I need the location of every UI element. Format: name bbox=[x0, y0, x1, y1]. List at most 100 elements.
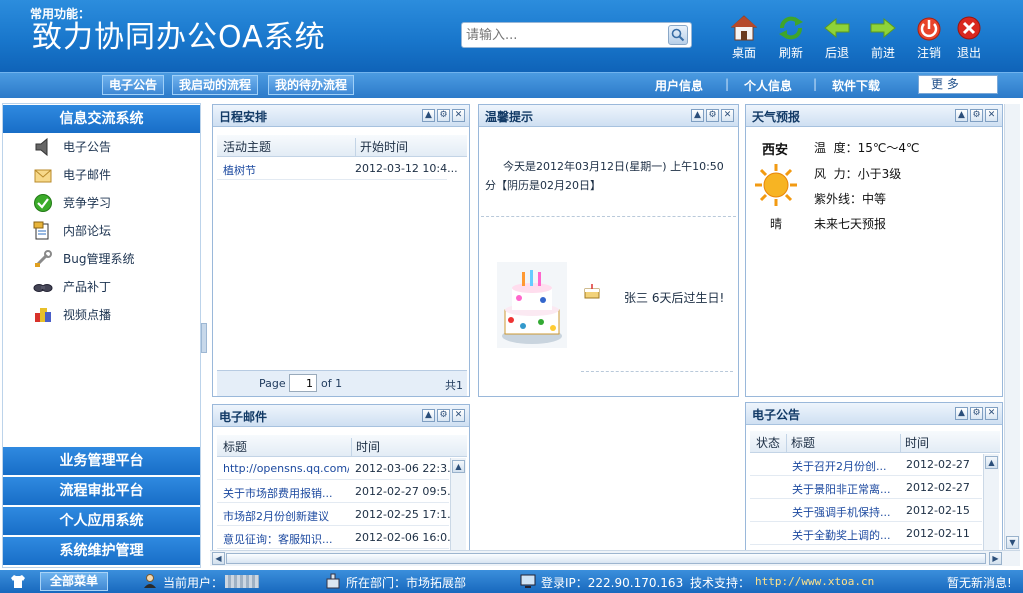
new-messages-status[interactable]: 暂无新消息! bbox=[947, 574, 1012, 591]
schedule-subject[interactable]: 植树节 bbox=[223, 162, 256, 178]
power-icon bbox=[917, 17, 941, 41]
close-icon bbox=[957, 16, 981, 40]
email-subject[interactable]: 意见征询：客服知识... bbox=[223, 531, 349, 547]
sidebar-group-info-exchange[interactable]: 信息交流系统 bbox=[3, 105, 200, 133]
notice-subject[interactable]: 关于全勤奖上调的... bbox=[792, 527, 898, 543]
column-header[interactable]: 状态 bbox=[756, 434, 780, 451]
table-row[interactable]: 关于景阳非正常离... 2012-02-27 bbox=[750, 477, 982, 499]
total-count: 共1 bbox=[445, 379, 463, 392]
close-icon[interactable]: ✕ bbox=[721, 109, 734, 122]
user-info-link[interactable]: 用户信息 bbox=[655, 77, 703, 94]
sidebar-group-system-maintenance[interactable]: 系统维护管理 bbox=[3, 537, 200, 565]
scroll-thumb[interactable] bbox=[226, 553, 986, 564]
sidebar-group-approval[interactable]: 流程审批平台 bbox=[3, 477, 200, 505]
sidebar-group-business[interactable]: 业务管理平台 bbox=[3, 447, 200, 475]
logout-button[interactable]: 注销 bbox=[907, 14, 951, 64]
quick-my-started-flows-button[interactable]: 我启动的流程 bbox=[172, 75, 259, 95]
table-row[interactable]: 市场部2月份创新建议 2012-02-25 17:1... bbox=[217, 504, 458, 526]
column-header[interactable]: 时间 bbox=[351, 438, 380, 456]
refresh-icon bbox=[779, 16, 803, 40]
wrench-icon bbox=[35, 250, 52, 267]
birthday-cake-image bbox=[497, 262, 567, 348]
settings-icon[interactable]: ⚙ bbox=[437, 109, 450, 122]
collapse-icon[interactable]: ▲ bbox=[955, 109, 968, 122]
settings-icon[interactable]: ⚙ bbox=[437, 409, 450, 422]
notice-subject[interactable]: 关于召开2月份创... bbox=[792, 458, 898, 474]
scroll-up-icon[interactable]: ▲ bbox=[452, 460, 465, 473]
video-icon bbox=[35, 308, 51, 322]
scroll-right-icon[interactable]: ▶ bbox=[989, 552, 1002, 565]
table-row[interactable]: 植树节 2012-03-12 10:4... bbox=[217, 158, 458, 180]
email-subject[interactable]: 市场部2月份创新建议 bbox=[223, 508, 349, 524]
exit-button[interactable]: 退出 bbox=[947, 14, 991, 64]
column-header[interactable]: 开始时间 bbox=[355, 138, 408, 156]
back-button[interactable]: 后退 bbox=[815, 14, 859, 64]
email-time: 2012-02-06 16:0... bbox=[355, 531, 458, 544]
quick-notice-button[interactable]: 电子公告 bbox=[102, 75, 165, 95]
close-icon[interactable]: ✕ bbox=[452, 109, 465, 122]
sidebar-group-personal-apps[interactable]: 个人应用系统 bbox=[3, 507, 200, 535]
cake-icon bbox=[584, 284, 600, 299]
scroll-up-icon[interactable]: ▲ bbox=[985, 456, 998, 469]
collapse-icon[interactable]: ▲ bbox=[422, 109, 435, 122]
refresh-label: 刷新 bbox=[778, 46, 803, 60]
scroll-left-icon[interactable]: ◀ bbox=[212, 552, 225, 565]
quick-my-pending-flows-button[interactable]: 我的待办流程 bbox=[268, 75, 355, 95]
table-header: 状态 标题 时间 bbox=[750, 431, 1000, 453]
table-row[interactable]: 关于召开2月份创... 2012-02-27 bbox=[750, 454, 982, 476]
collapse-icon[interactable]: ▲ bbox=[955, 407, 968, 420]
sidebar-splitter[interactable] bbox=[201, 323, 207, 353]
tips-panel: 温馨提示 ▲ ⚙ ✕ 今天是2012年03月12日(星期一) 上午10:50分【阴历… bbox=[478, 104, 739, 397]
more-button[interactable]: 更 多 bbox=[918, 75, 998, 94]
sidebar-item-label: 电子公告 bbox=[63, 140, 112, 154]
search-button[interactable] bbox=[668, 25, 688, 45]
status-bar: 全部菜单 当前用户： 所在部门：市场拓展部 登录IP：222.90.170.16… bbox=[0, 570, 1023, 593]
settings-icon[interactable]: ⚙ bbox=[970, 109, 983, 122]
settings-icon[interactable]: ⚙ bbox=[970, 407, 983, 420]
page-vertical-scrollbar[interactable]: ▼ bbox=[1004, 104, 1020, 550]
all-menu-button[interactable]: 全部菜单 bbox=[40, 572, 108, 591]
refresh-button[interactable]: 刷新 bbox=[769, 14, 813, 64]
software-download-link[interactable]: 软件下载 bbox=[832, 77, 880, 94]
panel-header: 温馨提示 ▲ ⚙ ✕ bbox=[479, 105, 738, 127]
collapse-icon[interactable]: ▲ bbox=[422, 409, 435, 422]
forward-button[interactable]: 前进 bbox=[861, 14, 905, 64]
column-header[interactable]: 标题 bbox=[223, 438, 247, 455]
weather-forecast-link[interactable]: 未来七天预报 bbox=[814, 215, 886, 232]
personal-info-link[interactable]: 个人信息 bbox=[744, 77, 792, 94]
notice-panel: 电子公告 ▲ ⚙ ✕ 状态 标题 时间 关于召开2月份创... 2012-02-27… bbox=[745, 402, 1003, 552]
email-subject[interactable]: http://opensns.qq.com/... bbox=[223, 462, 349, 475]
email-subject[interactable]: 关于市场部费用报销... bbox=[223, 485, 349, 501]
table-row[interactable]: 关于强调手机保持... 2012-02-15 bbox=[750, 500, 982, 522]
notice-time: 2012-02-11 bbox=[906, 527, 970, 540]
support-link[interactable]: http://www.xtoa.cn bbox=[755, 575, 874, 588]
scroll-down-icon[interactable]: ▼ bbox=[1006, 536, 1019, 549]
search-input[interactable] bbox=[466, 26, 662, 44]
page-horizontal-scrollbar[interactable]: ◀ ▶ bbox=[210, 550, 1020, 566]
notice-subject[interactable]: 关于强调手机保持... bbox=[792, 504, 898, 520]
email-scrollbar[interactable]: ▲ bbox=[450, 458, 466, 550]
panel-title: 电子公告 bbox=[752, 408, 801, 422]
current-user-label: 当前用户： bbox=[163, 576, 224, 590]
table-row[interactable]: 关于全勤奖上调的... 2012-02-11 bbox=[750, 523, 982, 545]
table-row[interactable]: http://opensns.qq.com/... 2012-03-06 22:… bbox=[217, 458, 458, 480]
column-header[interactable]: 活动主题 bbox=[223, 138, 271, 155]
schedule-panel: 日程安排 ▲ ⚙ ✕ 活动主题 开始时间 植树节 2012-03-12 10:4..… bbox=[212, 104, 470, 397]
desktop-button[interactable]: 桌面 bbox=[722, 14, 766, 64]
divider bbox=[581, 371, 733, 372]
table-header: 标题 时间 bbox=[217, 435, 467, 457]
sidebar-item-label: 竞争学习 bbox=[63, 196, 112, 210]
close-icon[interactable]: ✕ bbox=[985, 407, 998, 420]
page-number-input[interactable] bbox=[289, 374, 317, 392]
notice-scrollbar[interactable]: ▲ bbox=[983, 454, 999, 550]
notice-subject[interactable]: 关于景阳非正常离... bbox=[792, 481, 898, 497]
close-icon[interactable]: ✕ bbox=[985, 109, 998, 122]
close-icon[interactable]: ✕ bbox=[452, 409, 465, 422]
column-header[interactable]: 标题 bbox=[786, 434, 815, 452]
column-header[interactable]: 时间 bbox=[900, 434, 929, 452]
table-row[interactable]: 意见征询：客服知识... 2012-02-06 16:0... bbox=[217, 527, 458, 549]
settings-icon[interactable]: ⚙ bbox=[706, 109, 719, 122]
table-row[interactable]: 关于市场部费用报销... 2012-02-27 09:5... bbox=[217, 481, 458, 503]
collapse-icon[interactable]: ▲ bbox=[691, 109, 704, 122]
weather-city: 西安 bbox=[762, 143, 789, 158]
